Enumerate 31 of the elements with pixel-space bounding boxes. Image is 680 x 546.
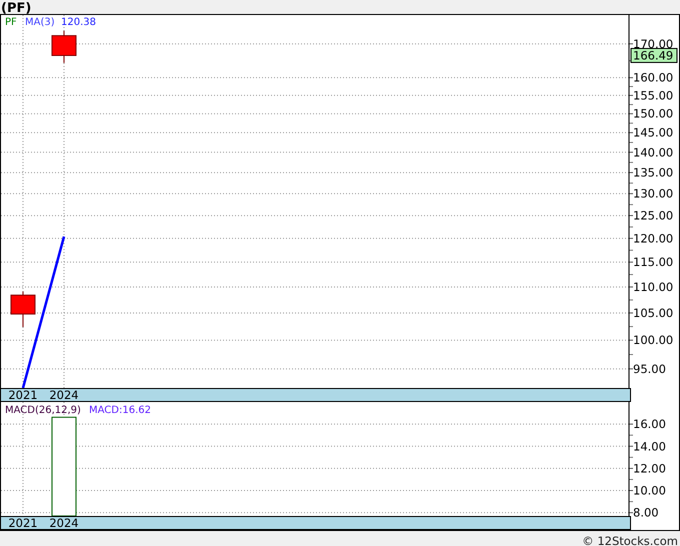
axis-label: 115.00 (633, 255, 674, 270)
axis-label: 14.00 (633, 439, 666, 454)
chart-title: (PF) (1, 1, 32, 16)
axis-label: 110.00 (633, 280, 674, 294)
axis-label: 150.00 (633, 106, 674, 121)
axis-label: 125.00 (633, 208, 674, 223)
price-tag: 166.49 (630, 48, 678, 63)
axis-label: 135.00 (633, 166, 674, 180)
year-label: 2021 (7, 517, 39, 529)
axis-label: 140.00 (633, 145, 674, 160)
axis-label: 8.00 (633, 506, 659, 520)
axis-label: 120.00 (633, 231, 674, 246)
copyright-text: © 12Stocks.com (582, 534, 678, 546)
axis-label: 10.00 (633, 484, 666, 498)
year-label: 2024 (48, 517, 80, 529)
year-label: 2024 (48, 389, 80, 401)
axis-label: 12.00 (633, 461, 666, 476)
indicator-value: MACD:16.62 (89, 405, 151, 416)
axis-label: 155.00 (633, 88, 674, 102)
indicator-value: 120.38 (61, 17, 96, 28)
axis-label: 160.00 (633, 70, 674, 85)
axis-label: 100.00 (633, 333, 674, 348)
axis-label: 16.00 (633, 417, 666, 432)
axis-label: 130.00 (633, 186, 674, 201)
axis-label: 105.00 (633, 306, 674, 320)
axis-label: 95.00 (633, 362, 666, 376)
ticker-label: PF (5, 17, 17, 28)
indicator-label: MACD(26,12,9) (5, 405, 81, 416)
axis-label: 145.00 (633, 126, 674, 140)
year-label: 2021 (7, 389, 39, 401)
indicator-label: MA(3) (25, 17, 55, 28)
